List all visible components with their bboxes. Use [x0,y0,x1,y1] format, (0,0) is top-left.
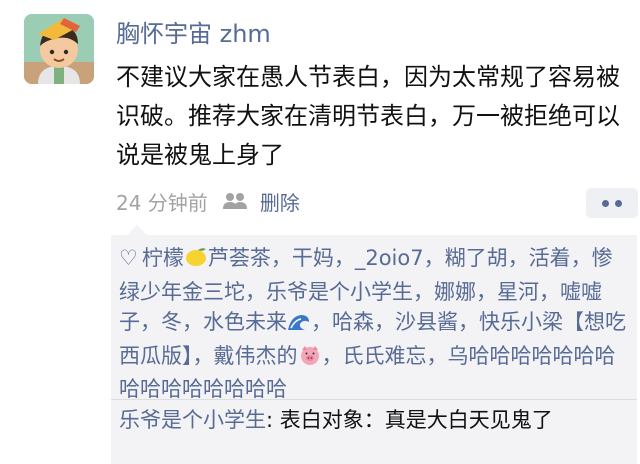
like-name[interactable]: _2oio7 [355,246,424,270]
like-name[interactable]: 糊了胡 [445,246,508,270]
like-name[interactable]: 星河 [497,280,539,304]
wave-emoji [287,310,311,341]
like-name[interactable]: 芦荟茶 [208,246,271,270]
like-name[interactable]: 水色未来 [203,310,287,334]
delete-button[interactable]: 删除 [260,187,300,216]
pig-emoji [298,344,322,375]
like-name[interactable]: 戴伟杰的 [214,344,298,368]
comment-row[interactable]: 乐爷是个小学生: 表白对象：真是大白天见鬼了 [119,405,627,435]
username[interactable]: 胸怀宇宙 zhm [116,18,271,50]
like-name[interactable]: 柠檬 [142,246,184,270]
avatar[interactable] [24,14,94,84]
panel-caret [127,225,147,235]
like-name[interactable]: 娜娜 [434,280,476,304]
avatar-cartoon-boy [24,14,94,84]
post-time: 24 分钟前 [116,190,208,215]
comment-author[interactable]: 乐爷是个小学生 [119,408,266,432]
likes-list: ♡ 柠檬 芦荟茶，干妈，_2oio7，糊了胡，活着，惨绿少年金三坨，乐爷是个小学生，… [119,246,626,401]
lemon-emoji [184,246,208,277]
post-meta: 24 分钟前 删除 [116,185,300,217]
like-name[interactable]: 干妈 [292,246,334,270]
like-name[interactable]: 沙县酱 [395,310,458,334]
comment-text: 表白对象：真是大白天见鬼了 [279,408,553,432]
more-dots-icon[interactable] [586,188,638,218]
divider [111,399,637,400]
heart-icon: ♡ [119,246,138,270]
like-name[interactable]: 活着 [529,246,571,270]
like-name[interactable]: 乐爷是个小学生 [266,280,413,304]
like-name[interactable]: 冬 [161,310,182,334]
post-text: 不建议大家在愚人节表白，因为太常规了容易被识破。推荐大家在清明节表白，万一被拒绝… [116,63,620,169]
like-name[interactable]: 哈森 [332,310,374,334]
people-icon [222,191,248,211]
comment-separator: : [266,408,280,432]
like-name[interactable]: 氏氏难忘 [343,344,427,368]
likes-comments-panel: ♡ 柠檬 芦荟茶，干妈，_2oio7，糊了胡，活着，惨绿少年金三坨，乐爷是个小学生，… [111,225,637,464]
